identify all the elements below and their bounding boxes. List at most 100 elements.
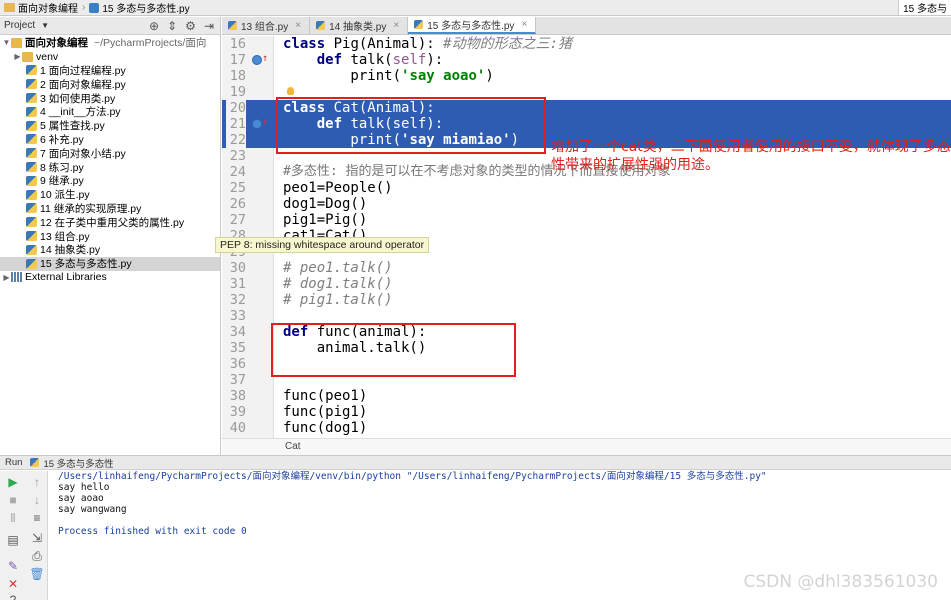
code-line[interactable]: 33 — [222, 308, 951, 324]
breadcrumb-file[interactable]: 15 多态与多态性.py — [102, 0, 189, 15]
close-icon[interactable]: × — [521, 19, 527, 30]
soft-wrap-icon[interactable]: ≡ — [30, 511, 44, 525]
code-line[interactable]: 32 # pig1.talk() — [222, 292, 951, 308]
code-line[interactable]: 26 dog1=Dog() — [222, 196, 951, 212]
tree-file[interactable]: 5 属性查找.py — [0, 119, 220, 133]
code-line[interactable]: 17 def talk(self): — [222, 51, 951, 68]
python-file-icon — [228, 21, 237, 30]
tree-item-venv[interactable]: ▶ venv — [0, 50, 220, 64]
tree-file[interactable]: 9 继承.py — [0, 174, 220, 188]
trash-icon[interactable]: 🗑 — [29, 567, 44, 581]
tree-file[interactable]: 1 面向过程编程.py — [0, 64, 220, 78]
tree-file-label: 11 继承的实现原理.py — [40, 202, 142, 215]
gear-icon[interactable]: ⚙ — [185, 19, 196, 33]
tree-item-external-libraries[interactable]: ▶ External Libraries — [0, 271, 220, 285]
tree-file[interactable]: 12 在子类中重用父类的属性.py — [0, 215, 220, 229]
code-line[interactable]: 31 # dog1.talk() — [222, 276, 951, 292]
run-toolbar: ▶ ↑ ■ ↓ Ⅱ ≡ ▤ ⇲ ⎙ ✎ 🗑 ✕ ? — [0, 471, 48, 600]
tree-file[interactable]: 13 组合.py — [0, 229, 220, 243]
scroll-end-icon[interactable]: ⇲ — [30, 531, 44, 545]
run-config-name[interactable]: 15 多态与多态性 — [43, 456, 113, 470]
tab-15[interactable]: 15 多态与多态性.py × — [408, 17, 537, 34]
lightbulb-icon[interactable] — [287, 87, 294, 95]
chevron-down-icon[interactable]: ▼ — [2, 38, 11, 47]
pause-icon[interactable]: Ⅱ — [6, 511, 20, 525]
tree-file[interactable]: 4 __init__方法.py — [0, 105, 220, 119]
folder-icon — [22, 51, 33, 62]
tree-item-label: External Libraries — [25, 271, 107, 284]
python-file-icon — [414, 20, 424, 29]
tree-file-selected[interactable]: 15 多态与多态性.py — [0, 256, 220, 271]
python-file-icon — [26, 65, 37, 76]
tree-file[interactable]: 7 面向对象小结.py — [0, 146, 220, 160]
tree-file-label: 10 派生.py — [40, 189, 90, 202]
close-icon[interactable]: × — [393, 20, 399, 31]
tree-file-label: 8 练习.py — [40, 161, 84, 174]
line-number: 34 — [229, 324, 246, 340]
tree-file[interactable]: 11 继承的实现原理.py — [0, 202, 220, 216]
code-line[interactable]: 25 peo1=People() — [222, 180, 951, 196]
print-icon[interactable]: ⎙ — [30, 549, 44, 563]
override-icon[interactable] — [252, 51, 268, 67]
annotation-box-cat — [276, 97, 546, 154]
tree-file[interactable]: 3 如何使用类.py — [0, 91, 220, 105]
code-comment: #动物的形态之三:猪 — [443, 36, 573, 52]
chevron-right-icon[interactable]: ▶ — [2, 273, 11, 282]
run-config-selector[interactable]: 15 多态与 — [898, 0, 951, 15]
help-icon[interactable]: ? — [6, 593, 20, 600]
line-number: 21 — [226, 116, 246, 132]
close-icon[interactable]: ✕ — [6, 577, 20, 591]
tree-file[interactable]: 14 抽象类.py — [0, 243, 220, 257]
code-line[interactable]: 18 print('say aoao') — [222, 68, 951, 84]
code-line[interactable]: 30 # peo1.talk() — [222, 260, 951, 276]
line-number: 24 — [229, 164, 246, 180]
tree-file-label: 15 多态与多态性.py — [40, 258, 132, 271]
tree-file[interactable]: 6 补充.py — [0, 133, 220, 147]
tab-14[interactable]: 14 抽象类.py × — [310, 17, 409, 34]
editor-breadcrumb-item[interactable]: Cat — [285, 441, 301, 452]
override-icon[interactable] — [252, 115, 268, 131]
line-number: 17 — [229, 52, 246, 68]
annotation-text: 增加了一个cat类，二下面使用者使用的接口不变，就体现了多态性带来的扩展性强的用… — [551, 139, 951, 173]
python-file-icon — [26, 93, 37, 104]
code-line[interactable]: 38 func(peo1) — [222, 388, 951, 404]
pin-icon[interactable]: ✎ — [6, 559, 20, 573]
line-number: 22 — [226, 132, 246, 148]
tree-file[interactable]: 8 练习.py — [0, 160, 220, 174]
breadcrumb-project[interactable]: 面向对象编程 — [18, 0, 78, 15]
run-panel-title[interactable]: Run — [5, 457, 22, 468]
project-panel-header: Project ▼ ⊕ ⇕ ⚙ ⇥ — [0, 17, 220, 35]
tree-file[interactable]: 10 派生.py — [0, 188, 220, 202]
locate-icon[interactable]: ⊕ — [149, 19, 159, 33]
arrow-up-icon[interactable]: ↑ — [30, 475, 44, 489]
code-line[interactable]: 16 class Pig(Animal): #动物的形态之三:猪 — [222, 36, 951, 52]
arrow-down-icon[interactable]: ↓ — [30, 493, 44, 507]
collapse-icon[interactable]: ⇕ — [167, 19, 177, 33]
chevron-right-icon[interactable]: ▶ — [13, 52, 22, 61]
code-token: self — [392, 52, 427, 68]
tree-file-label: 12 在子类中重用父类的属性.py — [40, 216, 185, 229]
run-icon[interactable]: ▶ — [6, 475, 20, 489]
tree-file-label: 6 补充.py — [40, 133, 84, 146]
layout-icon[interactable]: ▤ — [6, 533, 20, 547]
tree-file[interactable]: 2 面向对象编程.py — [0, 77, 220, 91]
hide-icon[interactable]: ⇥ — [204, 19, 214, 33]
code-line[interactable]: 27 pig1=Pig() — [222, 212, 951, 228]
tab-13[interactable]: 13 组合.py × — [222, 17, 311, 34]
chevron-down-icon[interactable]: ▼ — [41, 21, 49, 30]
tree-file-label: 9 继承.py — [40, 175, 84, 188]
annotation-box-func — [271, 323, 516, 377]
line-number: 27 — [229, 212, 246, 228]
console-output-line: say aoao — [58, 493, 104, 504]
line-number: 35 — [229, 340, 246, 356]
code-line[interactable]: 39 func(pig1) — [222, 404, 951, 420]
project-panel-title[interactable]: Project — [4, 20, 35, 31]
run-console[interactable]: /Users/linhaifeng/PycharmProjects/面向对象编程… — [58, 471, 767, 537]
python-file-icon — [26, 231, 37, 242]
tree-root[interactable]: ▼ 面向对象编程 ~/PycharmProjects/面向 — [0, 36, 220, 50]
stop-icon[interactable]: ■ — [6, 493, 20, 507]
code-line[interactable]: 40 func(dog1) — [222, 420, 951, 436]
python-file-icon — [26, 106, 37, 117]
line-number: 40 — [229, 420, 246, 436]
close-icon[interactable]: × — [295, 20, 301, 31]
